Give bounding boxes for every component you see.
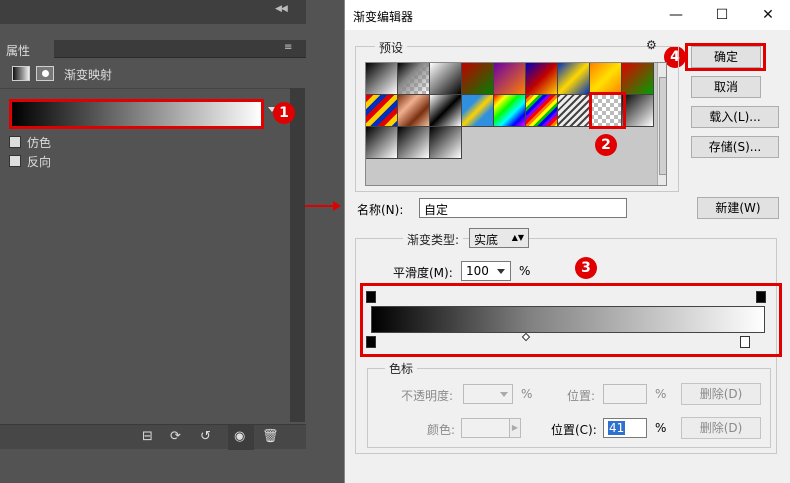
- panel-scrollbar[interactable]: [290, 88, 305, 422]
- selected-preset-highlight: [589, 92, 626, 129]
- mask-icon[interactable]: [36, 66, 54, 81]
- chevron-down-icon[interactable]: [500, 392, 508, 397]
- new-button[interactable]: 新建(W): [697, 197, 779, 219]
- preset-swatch[interactable]: [430, 127, 462, 159]
- preset-swatch[interactable]: [622, 63, 654, 95]
- preset-swatch[interactable]: [494, 63, 526, 95]
- callout-3: 3: [575, 257, 597, 279]
- opacity-stop-left[interactable]: [366, 291, 376, 303]
- eye-icon: ◉: [234, 429, 246, 444]
- minimize-icon[interactable]: —: [661, 4, 691, 26]
- preset-swatch[interactable]: [398, 63, 430, 95]
- name-field[interactable]: 自定: [419, 198, 627, 218]
- color-location-label: 位置(C):: [551, 423, 597, 437]
- save-button[interactable]: 存储(S)...: [691, 136, 779, 158]
- color-stop-right[interactable]: [740, 336, 750, 348]
- load-button[interactable]: 载入(L)...: [691, 106, 779, 128]
- preset-swatch-selected[interactable]: [622, 95, 654, 127]
- opacity-location-field[interactable]: [603, 384, 647, 404]
- preset-swatch[interactable]: [366, 63, 398, 95]
- preset-swatch[interactable]: [366, 95, 398, 127]
- smoothness-unit: %: [519, 264, 531, 278]
- color-label: 颜色:: [427, 423, 456, 437]
- view-previous-icon[interactable]: ⟳: [170, 429, 181, 444]
- color-location-value: 41: [608, 421, 626, 435]
- smoothness-value: 100: [466, 264, 489, 278]
- reset-icon[interactable]: ↺: [200, 429, 211, 444]
- arrow-head-icon: [333, 201, 341, 211]
- gradient-preview[interactable]: [9, 99, 264, 129]
- dither-label: 仿色: [27, 136, 52, 150]
- panel-bottom-toolbar: ⊟ ⟳ ↺ ◉ 🗑: [0, 424, 306, 450]
- callout-2: 2: [595, 134, 617, 156]
- preset-swatch[interactable]: [590, 63, 622, 95]
- chevron-down-icon[interactable]: [497, 269, 505, 274]
- gradient-type-label: 渐变类型:: [403, 231, 464, 248]
- preset-swatch[interactable]: [462, 63, 494, 95]
- preset-swatch[interactable]: [398, 95, 430, 127]
- opacity-label: 不透明度:: [401, 389, 454, 403]
- divider: [0, 88, 290, 89]
- presets-scrollbar[interactable]: [657, 63, 666, 185]
- collapse-panels-icon[interactable]: ◀◀: [275, 4, 288, 14]
- gradient-editor-dialog: 渐变编辑器 — ☐ ✕ 确定 取消 载入(L)... 存储(S)... 4 预设…: [344, 0, 790, 483]
- panel-menu-icon[interactable]: ≡: [284, 42, 292, 53]
- preset-swatch[interactable]: [462, 95, 494, 127]
- arrow-indicator: [305, 205, 335, 207]
- maximize-icon[interactable]: ☐: [707, 4, 737, 26]
- reverse-label: 反向: [27, 155, 52, 169]
- preset-swatch[interactable]: [398, 127, 430, 159]
- close-icon[interactable]: ✕: [753, 4, 783, 26]
- cancel-button[interactable]: 取消: [691, 76, 761, 98]
- delete-color-stop-button[interactable]: 删除(D): [681, 417, 761, 439]
- opacity-unit: %: [521, 387, 533, 401]
- smoothness-label: 平滑度(M):: [393, 266, 453, 280]
- gear-icon[interactable]: ⚙: [646, 38, 657, 52]
- callout-1: 1: [273, 102, 295, 124]
- color-swatch-field[interactable]: [461, 418, 511, 438]
- color-stops-label: 色标: [385, 360, 418, 377]
- preset-swatch[interactable]: [366, 127, 398, 159]
- panel-tab-bar: 属性 ≡: [0, 40, 306, 58]
- opacity-stop-right[interactable]: [756, 291, 766, 303]
- adjustment-title: 渐变映射: [64, 68, 113, 82]
- trash-icon[interactable]: 🗑: [262, 429, 279, 444]
- visibility-toggle[interactable]: ◉: [228, 425, 254, 450]
- gradient-type-value: 实底: [474, 233, 499, 247]
- opacity-location-label: 位置:: [567, 389, 596, 403]
- preset-swatch[interactable]: [558, 63, 590, 95]
- color-stop-left[interactable]: [366, 336, 376, 348]
- preset-swatch[interactable]: [526, 95, 558, 127]
- dialog-title: 渐变编辑器: [353, 10, 414, 24]
- preset-swatch[interactable]: [430, 95, 462, 127]
- color-location-unit: %: [655, 421, 667, 435]
- dither-checkbox[interactable]: [9, 136, 21, 148]
- clip-to-layer-icon[interactable]: ⊟: [142, 429, 153, 444]
- delete-opacity-stop-button[interactable]: 删除(D): [681, 383, 761, 405]
- scrollbar-thumb[interactable]: [659, 77, 666, 175]
- presets-label: 预设: [375, 39, 408, 56]
- preset-swatch[interactable]: [430, 63, 462, 95]
- preset-swatch[interactable]: [494, 95, 526, 127]
- ok-button[interactable]: 确定: [691, 46, 761, 68]
- panel-dock-strip: ◀◀: [0, 0, 306, 24]
- color-location-field[interactable]: 41: [603, 418, 647, 438]
- color-arrow-icon[interactable]: ▶: [509, 418, 521, 438]
- gradient-map-icon[interactable]: [12, 66, 30, 81]
- preset-swatch[interactable]: [558, 95, 590, 127]
- updown-icon: ▲▼: [511, 233, 524, 242]
- opacity-location-unit: %: [655, 387, 667, 401]
- tab-properties[interactable]: 属性: [0, 40, 54, 58]
- preset-swatch[interactable]: [526, 63, 558, 95]
- gradient-type-select[interactable]: 实底 ▲▼: [469, 228, 529, 248]
- title-bar: 渐变编辑器 — ☐ ✕: [345, 0, 790, 30]
- name-label: 名称(N):: [357, 203, 404, 217]
- reverse-checkbox[interactable]: [9, 155, 21, 167]
- gradient-bar[interactable]: [371, 306, 765, 333]
